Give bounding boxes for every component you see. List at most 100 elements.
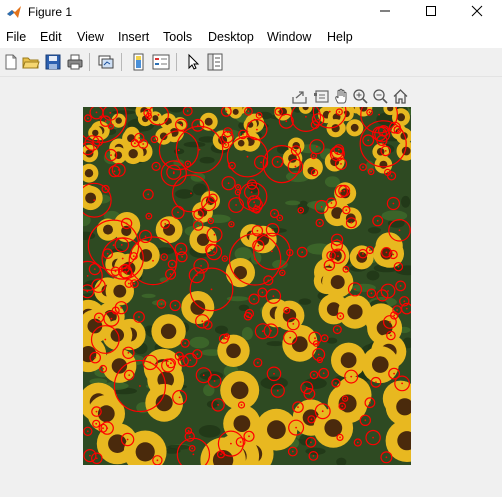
leaf: [215, 325, 228, 334]
export-icon[interactable]: [291, 88, 308, 105]
leaf: [198, 425, 221, 438]
minimize-button[interactable]: [362, 0, 408, 22]
feature-center-dot: [189, 359, 192, 361]
feature-center-dot: [242, 133, 244, 136]
sunflower-center: [230, 381, 249, 400]
feature-center-dot: [345, 209, 348, 211]
feature-center-dot: [337, 255, 339, 258]
feature-center-dot: [192, 453, 195, 456]
feature-center-dot: [200, 265, 202, 267]
feature-center-dot: [328, 110, 331, 113]
menu-view[interactable]: View: [77, 30, 104, 44]
menu-desktop[interactable]: Desktop: [208, 30, 254, 44]
sunflower-center: [84, 169, 94, 178]
feature-center-dot: [127, 351, 130, 354]
feature-center-dot: [99, 115, 102, 118]
feature-center-dot: [114, 309, 117, 312]
feature-center-dot: [191, 447, 194, 450]
menu-help[interactable]: Help: [327, 30, 353, 44]
feature-center-dot: [399, 285, 402, 287]
feature-center-dot: [367, 139, 370, 142]
feature-center-dot: [314, 337, 316, 340]
close-icon: [471, 5, 483, 17]
sunflower-center: [190, 300, 206, 315]
maximize-icon: [426, 6, 436, 16]
menu-edit[interactable]: Edit: [40, 30, 62, 44]
feature-center-dot: [271, 228, 274, 231]
leaf: [241, 327, 253, 340]
insert-colorbar-icon[interactable]: [130, 53, 148, 71]
feature-center-dot: [340, 163, 342, 165]
feature-center-dot: [149, 361, 152, 364]
feature-center-dot: [152, 259, 154, 262]
sunflower-center: [233, 415, 251, 432]
maximize-button[interactable]: [408, 0, 454, 22]
feature-center-dot: [318, 222, 321, 224]
insert-legend-icon[interactable]: [152, 53, 170, 71]
leaf: [401, 195, 411, 208]
feature-center-dot: [291, 450, 294, 453]
menu-file[interactable]: File: [6, 30, 26, 44]
feature-center-dot: [190, 192, 192, 195]
feature-center-dot: [289, 336, 292, 339]
feature-center-dot: [171, 263, 174, 265]
feature-center-dot: [213, 233, 216, 236]
feature-center-dot: [389, 321, 391, 323]
sunflower-center: [127, 134, 136, 143]
feature-center-dot: [133, 282, 136, 285]
feature-center-dot: [124, 270, 126, 273]
feature-center-dot: [180, 123, 183, 126]
feature-center-dot: [226, 136, 229, 138]
home-icon[interactable]: [392, 88, 409, 105]
feature-center-dot: [187, 429, 190, 432]
feature-center-dot: [271, 250, 273, 253]
feature-center-dot: [285, 309, 288, 312]
link-plot-icon[interactable]: [97, 53, 115, 71]
sunflower-image-with-feature-circles[interactable]: [83, 107, 411, 465]
feature-center-dot: [328, 264, 331, 267]
feature-center-dot: [305, 386, 308, 389]
feature-center-dot: [177, 211, 179, 214]
feature-center-dot: [385, 456, 388, 459]
pan-hand-icon[interactable]: [333, 88, 350, 105]
sunflower-center: [113, 284, 127, 298]
zoom-out-icon[interactable]: [372, 88, 389, 105]
feature-center-dot: [343, 189, 346, 192]
leaf: [266, 341, 285, 347]
feature-center-dot: [227, 182, 230, 185]
menu-tools[interactable]: Tools: [163, 30, 192, 44]
feature-center-dot: [177, 149, 180, 152]
feature-center-dot: [209, 220, 212, 222]
print-icon[interactable]: [66, 53, 84, 71]
feature-center-dot: [317, 353, 320, 356]
menu-window[interactable]: Window: [267, 30, 311, 44]
feature-center-dot: [385, 251, 388, 254]
feature-center-dot: [86, 147, 89, 150]
open-file-icon[interactable]: [22, 53, 40, 71]
save-icon[interactable]: [44, 53, 62, 71]
brush-icon[interactable]: [313, 88, 330, 105]
feature-center-dot: [98, 316, 100, 319]
feature-center-dot: [230, 442, 232, 445]
feature-center-dot: [317, 118, 319, 121]
feature-center-dot: [339, 436, 341, 439]
feature-center-dot: [231, 164, 233, 167]
sunflower-center: [226, 343, 241, 359]
feature-center-dot: [362, 166, 364, 168]
close-button[interactable]: [454, 0, 500, 22]
feature-center-dot: [163, 256, 166, 258]
feature-center-dot: [398, 229, 401, 232]
menu-insert[interactable]: Insert: [118, 30, 149, 44]
property-inspector-icon[interactable]: [206, 53, 224, 71]
leaf: [305, 447, 326, 455]
leaf: [190, 172, 206, 182]
edit-plot-arrow-icon[interactable]: [184, 53, 202, 71]
figure-toolbar: [0, 48, 502, 77]
new-figure-icon[interactable]: [2, 53, 20, 71]
feature-center-dot: [295, 426, 297, 429]
feature-center-dot: [110, 154, 112, 156]
feature-center-dot: [128, 282, 130, 285]
zoom-in-icon[interactable]: [352, 88, 369, 105]
feature-center-dot: [106, 252, 109, 255]
feature-center-dot: [323, 337, 326, 340]
